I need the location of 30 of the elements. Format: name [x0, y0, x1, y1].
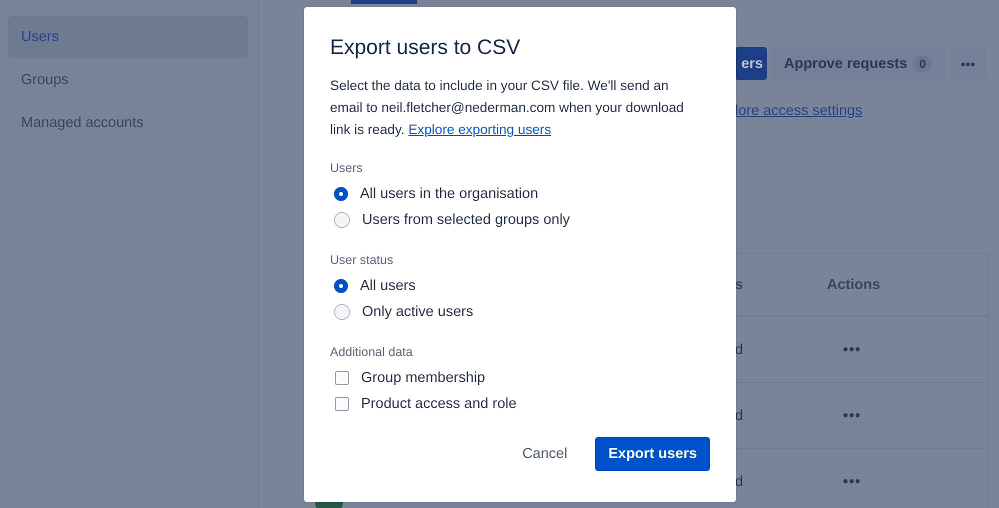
column-header: Actions — [827, 276, 880, 292]
section-label: Additional data — [330, 345, 414, 359]
sidebar-item[interactable]: Managed accounts — [8, 102, 248, 144]
option-label: Group membership — [361, 370, 486, 386]
dialog-title: Export users to CSV — [330, 35, 522, 61]
section-label: Users — [330, 161, 364, 175]
option-label: Only active users — [362, 304, 474, 320]
option-label: All users in the organisation — [360, 186, 538, 202]
count-badge: 0 — [913, 56, 932, 72]
column-header: s — [735, 276, 744, 292]
table-cell-text: d — [735, 408, 744, 424]
explore-exporting-link[interactable]: Explore exporting users — [408, 122, 552, 137]
export-users-button[interactable]: Export users — [595, 437, 710, 471]
dialog-description: Select the data to include in your CSV file. We'll send an email to neil.fletcher@nederman.com when your download link is ready. Explore exporting users — [330, 77, 685, 139]
primary-button[interactable]: ers — [735, 47, 767, 80]
sidebar-item[interactable]: Groups — [8, 59, 248, 101]
access-settings-link[interactable]: lore access settings — [735, 103, 989, 119]
option-label: Users from selected groups only — [362, 212, 570, 228]
sidebar-item[interactable]: Users — [8, 16, 248, 58]
approve-requests-button[interactable]: Approve requests 0 — [771, 47, 945, 80]
cancel-button[interactable]: Cancel — [516, 437, 574, 471]
option-label: All users — [360, 278, 416, 294]
table-cell-text: d — [735, 342, 744, 358]
option-label: Product access and role — [361, 396, 517, 412]
row-actions-button[interactable]: ••• — [843, 474, 862, 490]
more-button[interactable]: ••• — [950, 47, 986, 80]
table-cell-text: d — [735, 474, 744, 490]
section-label: User status — [330, 253, 394, 267]
row-actions-button[interactable]: ••• — [843, 342, 862, 358]
row-actions-button[interactable]: ••• — [843, 408, 862, 424]
